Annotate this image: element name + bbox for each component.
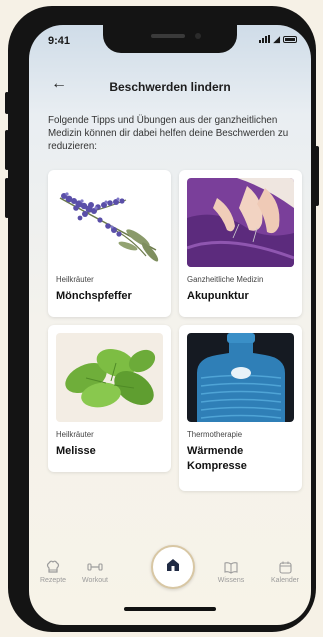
power-button bbox=[315, 146, 319, 206]
lavender-image bbox=[56, 178, 163, 267]
status-time: 9:41 bbox=[48, 35, 71, 47]
card-category: Heilkräuter bbox=[56, 275, 94, 284]
dumbbell-icon bbox=[75, 559, 115, 575]
home-icon bbox=[165, 557, 181, 578]
acupuncture-image bbox=[187, 178, 294, 267]
remedy-card-moenchspfeffer[interactable]: Heilkräuter Mönchspfeffer bbox=[48, 170, 171, 317]
page-title: Beschwerden lindern bbox=[109, 80, 231, 94]
hot-water-bottle-image bbox=[187, 333, 294, 422]
remedy-card-waermende-kompresse[interactable]: Thermotherapie Wärmende Kompresse bbox=[179, 325, 302, 491]
home-button[interactable] bbox=[151, 545, 195, 589]
bottom-navigation: Rezepte Workout Wissens Kalender bbox=[29, 535, 311, 625]
card-category: Ganzheitliche Medizin bbox=[187, 275, 264, 284]
volume-down-button bbox=[5, 178, 9, 218]
intro-text: Folgende Tipps und Übungen aus der ganzh… bbox=[48, 115, 289, 152]
nav-label: Wissens bbox=[217, 577, 245, 584]
nav-item-workout[interactable]: Workout bbox=[75, 559, 115, 584]
lemon-balm-image bbox=[56, 333, 163, 422]
app-screen: 9:41 ◢ ← Beschwerden lindern Folgende Ti… bbox=[29, 25, 311, 625]
battery-icon bbox=[283, 35, 297, 43]
notch bbox=[103, 25, 237, 53]
front-camera bbox=[195, 33, 201, 39]
card-title: Melisse bbox=[56, 445, 96, 457]
book-icon bbox=[211, 559, 251, 575]
nav-item-wissens[interactable]: Wissens bbox=[211, 559, 251, 584]
home-indicator bbox=[124, 607, 216, 611]
nav-label: Workout bbox=[82, 577, 108, 584]
card-title: Wärmende Kompresse bbox=[187, 445, 247, 472]
wifi-icon: ◢ bbox=[273, 34, 280, 44]
speaker bbox=[151, 34, 185, 38]
card-category: Thermotherapie bbox=[187, 430, 243, 439]
card-title: Akupunktur bbox=[187, 290, 249, 302]
calendar-icon bbox=[265, 559, 305, 575]
nav-item-rezepte[interactable]: Rezepte bbox=[33, 559, 73, 584]
cellular-signal-icon bbox=[259, 35, 271, 43]
mute-switch bbox=[5, 92, 9, 114]
volume-up-button bbox=[5, 130, 9, 170]
card-title: Mönchspfeffer bbox=[56, 290, 132, 302]
card-category: Heilkräuter bbox=[56, 430, 94, 439]
nav-label: Rezepte bbox=[39, 577, 67, 584]
nav-item-kalender[interactable]: Kalender bbox=[265, 559, 305, 584]
phone-frame: 9:41 ◢ ← Beschwerden lindern Folgende Ti… bbox=[5, 6, 319, 632]
nav-label: Kalender bbox=[270, 577, 300, 584]
status-icons: ◢ bbox=[259, 34, 297, 44]
remedy-card-akupunktur[interactable]: Ganzheitliche Medizin Akupunktur bbox=[179, 170, 302, 317]
remedy-card-melisse[interactable]: Heilkräuter Melisse bbox=[48, 325, 171, 472]
chef-hat-icon bbox=[33, 559, 73, 575]
